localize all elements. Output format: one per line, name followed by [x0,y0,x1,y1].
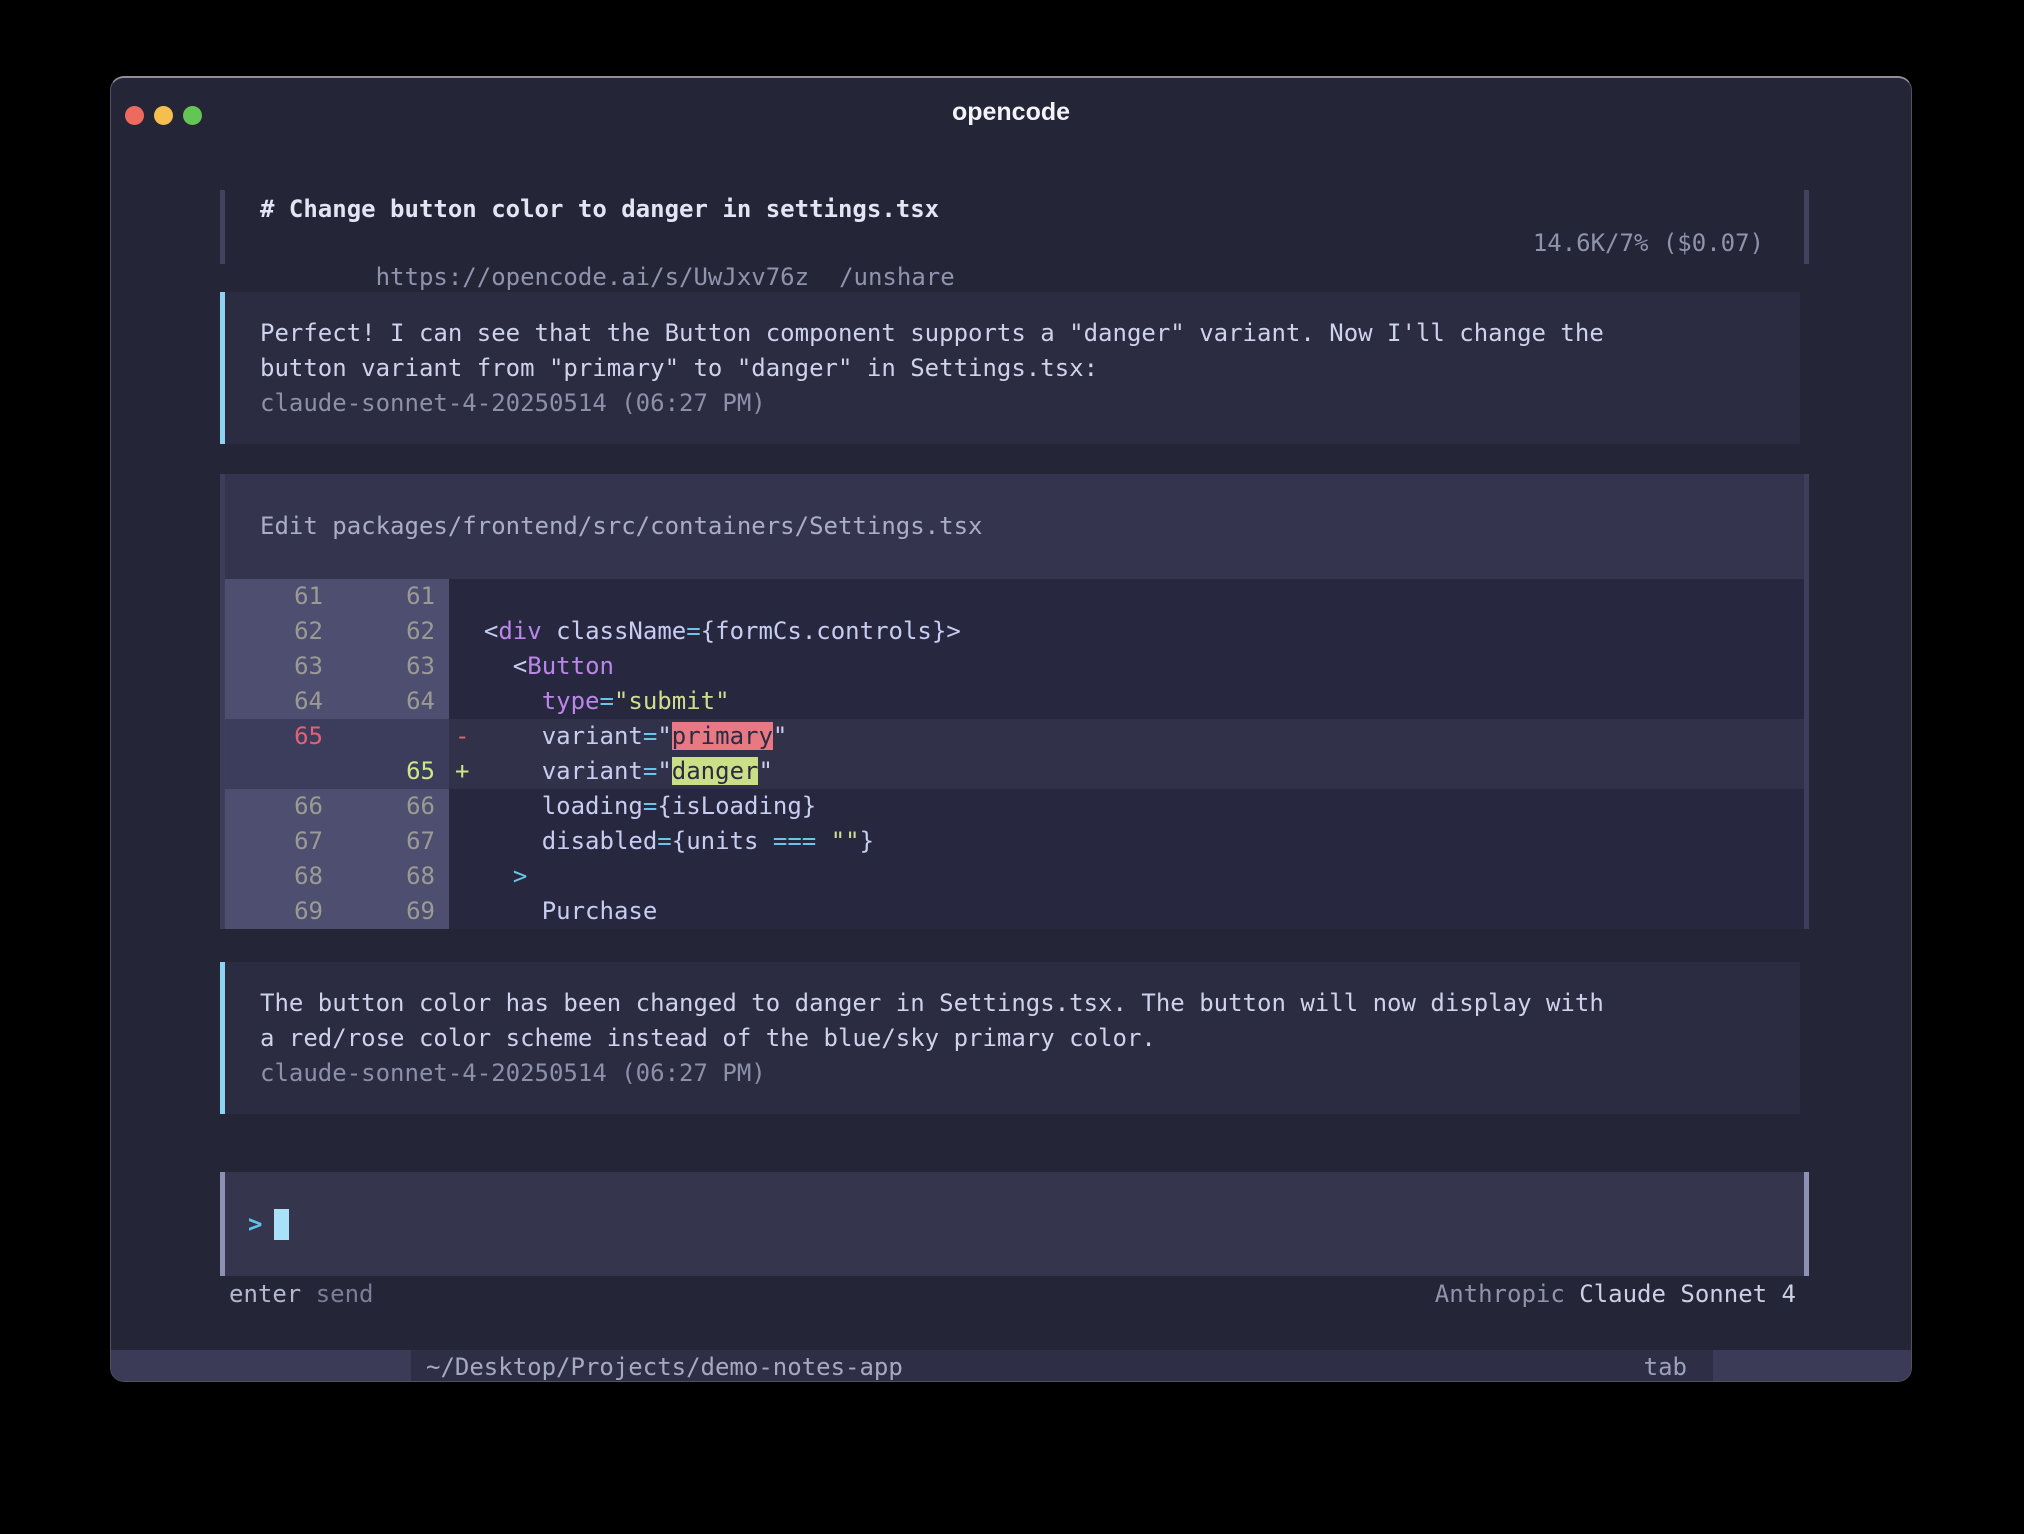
unshare-command[interactable]: /unshare [839,263,955,291]
diff-sign [455,862,484,890]
new-line-number: 62 [337,614,449,649]
old-line-number: 65 [225,719,337,754]
new-line-number: 68 [337,859,449,894]
diff-code-line [449,579,484,614]
diff-sign [455,897,484,925]
new-line-number [337,719,449,754]
app-version-chip: opencode v0.3.11 [111,1350,411,1382]
diff-code-line: type="submit" [449,684,730,719]
enter-key-hint: enter [229,1280,301,1308]
diff-sign [455,827,484,855]
diff-sign [455,582,484,610]
new-line-number: 67 [337,824,449,859]
diff-sign: - [455,722,484,750]
send-hint: enter send [229,1277,374,1312]
diff-code-line: Purchase [449,894,657,929]
token-usage: 14.6K/7% ($0.07) [1533,226,1764,260]
old-line-number: 66 [225,789,337,824]
diff-code-line: <Button [449,649,614,684]
old-line-number [225,754,337,789]
diff-row: 6666 loading={isLoading} [225,789,1804,824]
edit-file-path: Edit packages/frontend/src/containers/Se… [225,474,1804,579]
window-titlebar: opencode [111,78,1911,136]
old-line-number: 61 [225,579,337,614]
diff-row: 6868 > [225,859,1804,894]
new-line-number: 69 [337,894,449,929]
message-text-line: button variant from "primary" to "danger… [260,351,1800,386]
message-text-line: The button color has been changed to dan… [260,986,1800,1021]
share-url[interactable]: https://opencode.ai/s/UwJxv76z [376,263,809,291]
message-meta: claude-sonnet-4-20250514 (06:27 PM) [260,386,1800,421]
send-action-label: send [316,1280,374,1308]
diff-code-line: <div className={formCs.controls}> [449,614,961,649]
prompt-symbol: > [248,1210,262,1238]
edit-tool-card: Edit packages/frontend/src/containers/Se… [220,474,1809,929]
model-label: Claude Sonnet 4 [1579,1280,1796,1308]
footer-hints: enter send Anthropic Claude Sonnet 4 [229,1277,1796,1312]
diff-code-line: + variant="danger" [449,754,773,789]
assistant-message: The button color has been changed to dan… [220,962,1800,1114]
diff-row: 6767 disabled={units === ""} [225,824,1804,859]
model-indicator: Anthropic Claude Sonnet 4 [1435,1277,1796,1312]
old-line-number: 62 [225,614,337,649]
session-subheader: https://opencode.ai/s/UwJxv76z/unshare 1… [260,226,1804,260]
diff-sign: + [455,757,484,785]
new-line-number: 66 [337,789,449,824]
window-title: opencode [111,98,1911,127]
diff-row: 6464 type="submit" [225,684,1804,719]
new-line-number: 64 [337,684,449,719]
provider-label: Anthropic [1435,1280,1580,1308]
old-line-number: 63 [225,649,337,684]
old-line-number: 68 [225,859,337,894]
diff-code-line: loading={isLoading} [449,789,816,824]
diff-row: 6161 [225,579,1804,614]
message-text-line: a red/rose color scheme instead of the b… [260,1021,1800,1056]
text-cursor [274,1209,289,1240]
assistant-message: Perfect! I can see that the Button compo… [220,292,1800,444]
message-text-line: Perfect! I can see that the Button compo… [260,316,1800,351]
diff-rows: 6161 6262 <div className={formCs.control… [225,579,1804,929]
diff-row: 6262 <div className={formCs.controls}> [225,614,1804,649]
status-bar: opencode v0.3.11 ~/Desktop/Projects/demo… [111,1350,1912,1382]
working-directory: ~/Desktop/Projects/demo-notes-app [426,1350,903,1382]
new-line-number: 61 [337,579,449,614]
desktop-background: opencode # Change button color to danger… [0,0,2024,1534]
diff-row: 6363 <Button [225,649,1804,684]
session-header: # Change button color to danger in setti… [220,190,1809,264]
diff-row: 65 - variant="primary" [225,719,1804,754]
diff-code-line: > [449,859,527,894]
tab-key-hint[interactable]: tab [1644,1350,1687,1382]
new-line-number: 63 [337,649,449,684]
diff-code-line: disabled={units === ""} [449,824,874,859]
session-title: # Change button color to danger in setti… [260,192,1804,226]
mode-chip[interactable]: BUILD MODE [1713,1350,1912,1382]
diff-sign [455,652,484,680]
diff-code-line: - variant="primary" [449,719,787,754]
old-line-number: 64 [225,684,337,719]
diff-row: 65+ variant="danger" [225,754,1804,789]
diff-row: 6969 Purchase [225,894,1804,929]
opencode-window: opencode # Change button color to danger… [110,76,1912,1382]
message-meta: claude-sonnet-4-20250514 (06:27 PM) [260,1056,1800,1091]
diff-sign [455,687,484,715]
diff-sign [455,617,484,645]
old-line-number: 67 [225,824,337,859]
old-line-number: 69 [225,894,337,929]
new-line-number: 65 [337,754,449,789]
prompt-input[interactable]: > [220,1172,1809,1276]
diff-sign [455,792,484,820]
